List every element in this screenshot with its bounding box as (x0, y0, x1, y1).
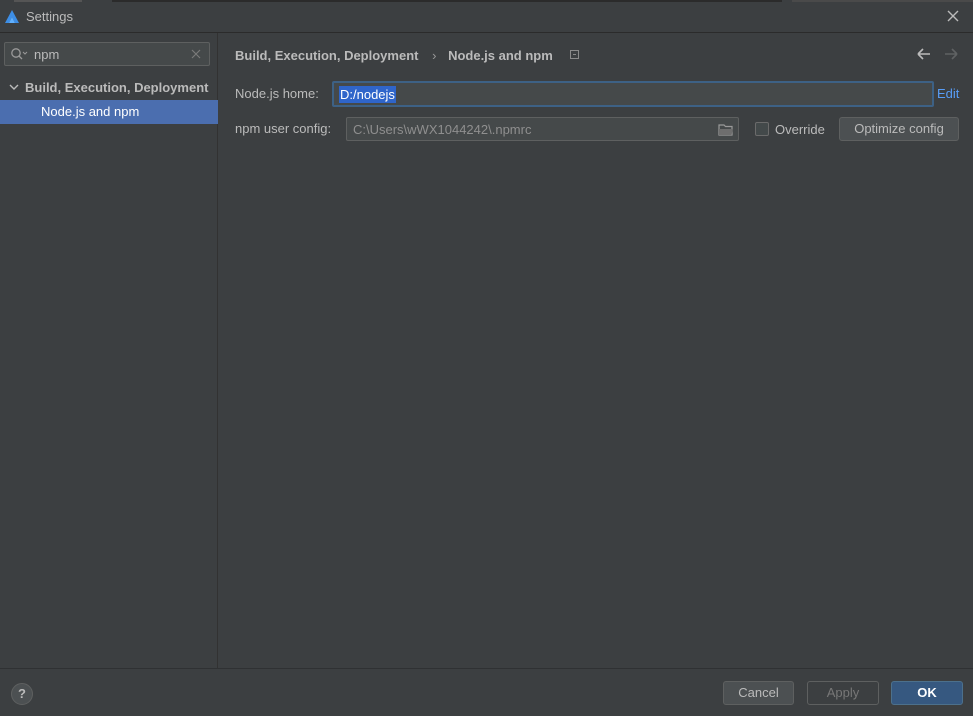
project-scope-icon (570, 50, 580, 60)
cancel-button[interactable]: Cancel (723, 681, 794, 705)
help-button[interactable]: ? (11, 683, 33, 705)
breadcrumb: Build, Execution, Deployment › Node.js a… (235, 47, 580, 65)
clear-icon[interactable] (190, 48, 202, 60)
settings-search-input[interactable]: npm (4, 42, 210, 66)
settings-sidebar: npm Build, Execution, Deployment Node.js… (0, 33, 218, 668)
taskbar-fragment (792, 0, 973, 2)
search-icon[interactable] (10, 47, 28, 62)
npm-user-config-field[interactable]: C:\Users\wWX1044242\.npmrc (346, 117, 739, 141)
tree-item-label: Node.js and npm (41, 104, 140, 119)
ok-button[interactable]: OK (891, 681, 963, 705)
override-label[interactable]: Override (775, 122, 825, 137)
taskbar-fragment (14, 0, 82, 2)
close-icon[interactable] (945, 8, 961, 24)
breadcrumb-current: Node.js and npm (448, 48, 553, 64)
forward-arrow-icon[interactable] (943, 46, 959, 62)
settings-content: Build, Execution, Deployment › Node.js a… (219, 33, 973, 668)
dialog-footer: ? Cancel Apply OK (0, 668, 973, 716)
search-value: npm (34, 47, 60, 62)
folder-browse-icon[interactable] (718, 123, 734, 136)
title-bar: Settings (0, 0, 973, 33)
breadcrumb-parent[interactable]: Build, Execution, Deployment (235, 48, 418, 63)
npm-user-config-value: C:\Users\wWX1044242\.npmrc (353, 122, 532, 137)
edit-link[interactable]: Edit (937, 86, 959, 101)
nodejs-home-label: Node.js home: (235, 86, 319, 101)
nodejs-home-value: D:/nodejs (339, 86, 396, 103)
window-title: Settings (26, 9, 73, 24)
back-arrow-icon[interactable] (916, 46, 932, 62)
app-logo-icon (5, 10, 19, 23)
override-checkbox[interactable] (755, 122, 769, 136)
nodejs-home-field[interactable]: D:/nodejs (332, 81, 934, 107)
chevron-down-icon[interactable] (9, 82, 19, 92)
optimize-config-button[interactable]: Optimize config (839, 117, 959, 141)
tree-group-label: Build, Execution, Deployment (25, 80, 209, 95)
breadcrumb-separator: › (432, 48, 437, 64)
apply-button[interactable]: Apply (807, 681, 879, 705)
tree-item-nodejs-and-npm[interactable]: Node.js and npm (0, 100, 218, 124)
npm-user-config-label: npm user config: (235, 121, 332, 136)
taskbar-fragment (112, 0, 782, 2)
tree-group-build-execution-deployment[interactable]: Build, Execution, Deployment (0, 77, 218, 99)
